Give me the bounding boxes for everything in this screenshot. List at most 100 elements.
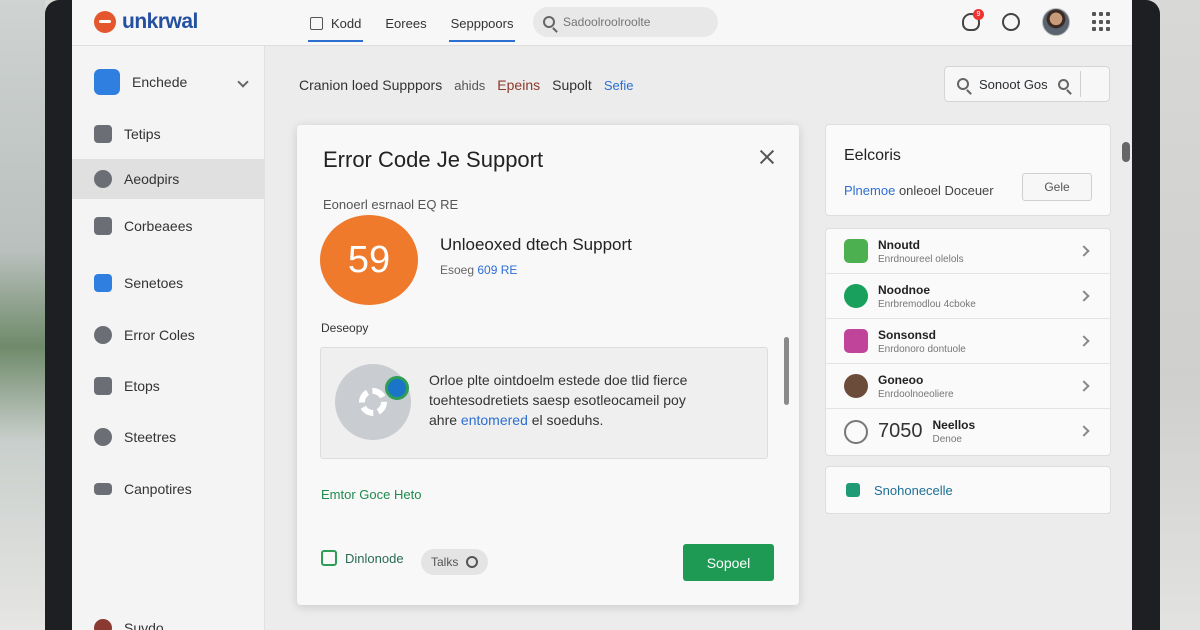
- notification-badge: 9: [973, 9, 984, 20]
- details-text: onleoel Doceuer: [898, 183, 994, 198]
- tab-supports[interactable]: Sepppoors: [439, 0, 526, 46]
- description-text-part: ahre: [429, 412, 458, 428]
- sidebar-item-tetips[interactable]: Tetips: [72, 114, 265, 154]
- logo-text: unkrwal: [122, 10, 198, 33]
- error-code-badge: 59: [320, 215, 418, 305]
- sidebar-item-suvdo[interactable]: Suvdo: [72, 608, 265, 630]
- list-item-subtitle: Enrbremodlou 4cboke: [878, 298, 976, 310]
- list-item-text: Sonsonsd Enrdonoro dontuole: [878, 328, 966, 355]
- status-dot-icon: [385, 376, 409, 400]
- download-icon: [321, 550, 337, 566]
- sidebar-item-label: Steetres: [124, 429, 177, 445]
- sidebar-item-label: Error Coles: [124, 327, 195, 343]
- sidebar-item-label: Senetoes: [124, 275, 184, 291]
- breadcrumb-item[interactable]: Supolt: [552, 77, 592, 93]
- shield-icon: [94, 69, 120, 95]
- list-item-name: Nnoutd: [878, 237, 920, 252]
- printer-icon: [94, 377, 112, 395]
- list-item[interactable]: 7050 Neellos Denoe: [826, 409, 1110, 454]
- download-link[interactable]: Dinlonode: [321, 550, 404, 566]
- breadcrumb-item[interactable]: Epeins: [497, 77, 540, 93]
- global-search-input[interactable]: [563, 15, 703, 29]
- error-code-help-link[interactable]: Emtor Goce Heto: [321, 487, 421, 502]
- sidebar-item-label: Enchede: [132, 74, 188, 90]
- list-item[interactable]: Noodnoe Enrbremodlou 4cboke: [826, 274, 1110, 319]
- top-tabs: Kodd Eorees Sepppoors: [298, 0, 525, 46]
- list-item-text: Noodnoe Enrbremodlou 4cboke: [878, 283, 976, 310]
- sidebar-item-corbeaees[interactable]: Corbeaees: [72, 206, 265, 246]
- sidebar-item-label: Corbeaees: [124, 218, 193, 234]
- apps-grid-icon[interactable]: [1092, 12, 1112, 32]
- error-subtitle-prefix: Esoeg: [440, 263, 475, 277]
- tab-eorees[interactable]: Eorees: [373, 0, 438, 46]
- global-search[interactable]: [533, 7, 718, 37]
- description-text-part: el soeduhs.: [531, 412, 604, 428]
- search-icon[interactable]: [1057, 78, 1069, 90]
- primary-action-button[interactable]: Sopoel: [683, 544, 774, 581]
- sidebar-item-steetres[interactable]: Steetres: [72, 417, 265, 457]
- breadcrumb: Cranion loed Supppors ahids Epeins Supol…: [299, 77, 633, 93]
- sidebar-item-senetoes[interactable]: Senetoes: [72, 263, 265, 303]
- description-link[interactable]: entomered: [461, 412, 528, 428]
- chevron-down-icon: [237, 76, 249, 88]
- sidebar-item-canpotires[interactable]: Canpotires: [72, 469, 265, 509]
- help-icon[interactable]: [1002, 13, 1020, 31]
- tab-label: Kodd: [331, 15, 362, 31]
- description-text: Orloe plte ointdoelm estede doe tlid fie…: [429, 370, 749, 430]
- user-icon: [94, 619, 112, 630]
- close-icon[interactable]: [759, 149, 775, 165]
- list-item-name: Sonsonsd: [878, 327, 937, 342]
- list-item-subtitle: Enrdnoureel olelols: [878, 253, 964, 265]
- bottom-card-link[interactable]: Snohonecelle: [825, 466, 1111, 514]
- content-search[interactable]: Sonoot Gos: [944, 66, 1110, 102]
- background-right: [1160, 0, 1200, 630]
- sidebar-item-etops[interactable]: Etops: [72, 366, 265, 406]
- list-item-text: Nnoutd Enrdnoureel olelols: [878, 238, 964, 265]
- sidebar-item-label: Suvdo: [124, 620, 164, 630]
- chat-icon: [466, 556, 479, 568]
- details-line: Plnemoe onleoel Doceuer: [844, 183, 994, 198]
- document-icon: [310, 16, 323, 30]
- sidebar-item-aeodpirs[interactable]: Aeodpirs: [72, 159, 265, 199]
- list-item-text: Goneoo Enrdoolnoeoliere: [878, 373, 954, 400]
- description-box: Orloe plte ointdoelm estede doe tlid fie…: [320, 347, 768, 459]
- breadcrumb-item[interactable]: ahids: [454, 78, 485, 93]
- bottom-card-label: Snohonecelle: [874, 482, 953, 498]
- top-bar: unkrwal Kodd Eorees Sepppoors 9: [72, 0, 1132, 46]
- card-icon: [94, 483, 112, 495]
- notification-bell-icon[interactable]: 9: [962, 9, 984, 31]
- sidebar-item-label: Tetips: [124, 126, 161, 142]
- error-subtitle-link[interactable]: 609 RE: [477, 263, 517, 277]
- details-button[interactable]: Gele: [1022, 173, 1092, 201]
- list-item-subtitle: Enrdoolnoeoliere: [878, 388, 954, 400]
- talks-pill[interactable]: Talks: [421, 549, 489, 575]
- divider: [1080, 71, 1081, 97]
- top-right-actions: 9: [962, 8, 1112, 36]
- resource-list: Nnoutd Enrdnoureel olelols Noodnoe Enrbr…: [825, 228, 1111, 456]
- error-title: Unloeoxed dtech Support: [440, 235, 632, 254]
- tab-kodd[interactable]: Kodd: [298, 0, 373, 46]
- details-link[interactable]: Plnemoe: [844, 183, 895, 198]
- avatar[interactable]: [1042, 8, 1070, 36]
- gear-icon: [359, 388, 387, 416]
- app-icon: [844, 239, 868, 263]
- breadcrumb-item[interactable]: Cranion loed Supppors: [299, 77, 442, 93]
- logo[interactable]: unkrwal: [94, 10, 198, 34]
- sidebar-item-enchede[interactable]: Enchede: [72, 62, 265, 102]
- chevron-right-icon: [1078, 290, 1090, 302]
- list-item[interactable]: Goneoo Enrdoolnoeoliere: [826, 364, 1110, 409]
- window-scroll-handle[interactable]: [1122, 142, 1130, 162]
- dialog-title: Error Code Je Support: [323, 147, 544, 172]
- chevron-right-icon: [1078, 380, 1090, 392]
- list-item[interactable]: Sonsonsd Enrdonoro dontuole: [826, 319, 1110, 364]
- scrollbar[interactable]: [784, 337, 789, 405]
- breadcrumb-item[interactable]: Sefie: [604, 78, 634, 93]
- download-label: Dinlonode: [345, 550, 404, 566]
- list-item-subtitle: Denoe: [932, 434, 962, 445]
- error-code-dialog: Error Code Je Support Eonoerl esrnaol EQ…: [297, 125, 799, 605]
- pill-label: Talks: [431, 555, 459, 569]
- list-item[interactable]: Nnoutd Enrdnoureel olelols: [826, 229, 1110, 274]
- list-item-number: 7050: [878, 420, 923, 442]
- sidebar-item-error-codes[interactable]: Error Coles: [72, 315, 265, 355]
- sidebar-item-label: Canpotires: [124, 481, 192, 497]
